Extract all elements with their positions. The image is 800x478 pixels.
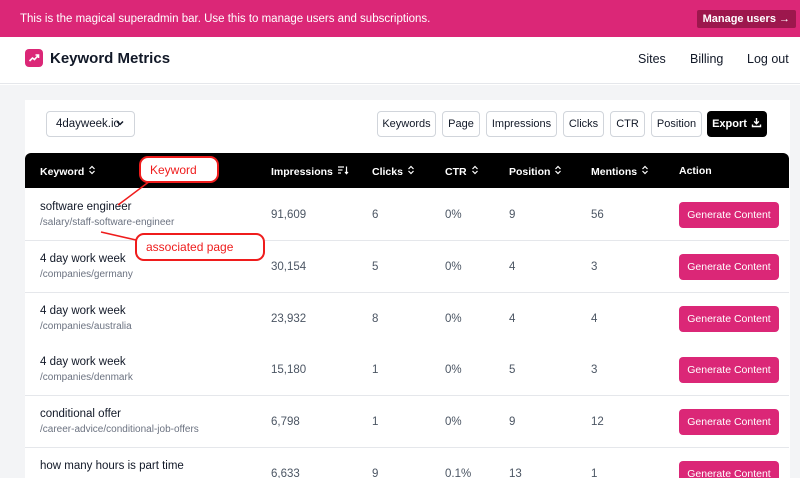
row-keyword: conditional offer bbox=[40, 408, 121, 420]
site-select-value: 4dayweek.io bbox=[56, 118, 120, 130]
row-clicks: 9 bbox=[372, 468, 379, 478]
manage-users-button[interactable]: Manage users → bbox=[696, 10, 796, 28]
ctr-button[interactable]: CTR bbox=[610, 111, 645, 137]
row-page[interactable]: /companies/denmark bbox=[40, 372, 133, 383]
row-impressions: 6,633 bbox=[271, 468, 300, 478]
row-clicks: 6 bbox=[372, 209, 379, 221]
header-position[interactable]: Position bbox=[509, 165, 562, 178]
sort-icon bbox=[88, 165, 96, 178]
associated-page-annotation: associated page bbox=[135, 233, 265, 261]
row-mentions: 3 bbox=[591, 364, 598, 376]
header-mentions[interactable]: Mentions bbox=[591, 165, 649, 178]
row-position: 13 bbox=[509, 468, 522, 478]
row-ctr: 0.1% bbox=[445, 468, 472, 478]
header-action: Action bbox=[679, 165, 712, 177]
row-mentions: 4 bbox=[591, 313, 598, 325]
row-keyword: 4 day work week bbox=[40, 305, 126, 317]
trending-up-icon bbox=[25, 49, 43, 67]
generate-content-button[interactable]: Generate Content bbox=[679, 357, 779, 383]
row-position: 9 bbox=[509, 416, 516, 428]
header-clicks[interactable]: Clicks bbox=[372, 165, 415, 178]
header-position-label: Position bbox=[509, 165, 551, 178]
header-mentions-label: Mentions bbox=[591, 165, 638, 178]
row-impressions: 30,154 bbox=[271, 261, 307, 273]
header-impressions-label: Impressions bbox=[271, 165, 333, 178]
row-page[interactable]: /companies/australia bbox=[40, 321, 132, 332]
generate-content-button[interactable]: Generate Content bbox=[679, 254, 779, 280]
generate-content-button[interactable]: Generate Content bbox=[679, 306, 779, 332]
generate-content-button[interactable]: Generate Content bbox=[679, 461, 779, 478]
generate-content-button[interactable]: Generate Content bbox=[679, 202, 779, 228]
nav-billing-link[interactable]: Billing bbox=[690, 52, 723, 66]
row-mentions: 3 bbox=[591, 261, 598, 273]
page-button[interactable]: Page bbox=[442, 111, 480, 137]
row-clicks: 5 bbox=[372, 261, 379, 273]
sort-icon bbox=[407, 165, 415, 178]
row-clicks: 1 bbox=[372, 364, 379, 376]
row-impressions: 91,609 bbox=[271, 209, 307, 221]
export-icon bbox=[751, 117, 762, 131]
top-navbar: Keyword Metrics Sites Billing Log out bbox=[0, 37, 800, 84]
row-position: 5 bbox=[509, 364, 516, 376]
position-button[interactable]: Position bbox=[651, 111, 702, 137]
export-button[interactable]: Export bbox=[707, 111, 767, 137]
row-impressions: 23,932 bbox=[271, 313, 307, 325]
row-position: 9 bbox=[509, 209, 516, 221]
chevron-down-icon bbox=[115, 118, 125, 131]
sort-icon bbox=[641, 165, 649, 178]
row-page[interactable]: /salary/staff-software-engineer bbox=[40, 217, 174, 228]
row-ctr: 0% bbox=[445, 261, 462, 273]
export-label: Export bbox=[712, 118, 747, 130]
row-mentions: 1 bbox=[591, 468, 598, 478]
brand-name: Keyword Metrics bbox=[50, 49, 171, 67]
row-ctr: 0% bbox=[445, 364, 462, 376]
row-keyword: 4 day work week bbox=[40, 253, 126, 265]
generate-content-button[interactable]: Generate Content bbox=[679, 409, 779, 435]
impressions-button[interactable]: Impressions bbox=[486, 111, 557, 137]
header-ctr[interactable]: CTR bbox=[445, 165, 479, 178]
site-select[interactable]: 4dayweek.io bbox=[46, 111, 135, 137]
keywords-button[interactable]: Keywords bbox=[377, 111, 436, 137]
row-position: 4 bbox=[509, 313, 516, 325]
keyword-annotation: Keyword bbox=[139, 156, 219, 183]
sort-descending-icon bbox=[337, 165, 349, 178]
nav-sites-link[interactable]: Sites bbox=[638, 52, 666, 66]
nav-logout-link[interactable]: Log out bbox=[747, 52, 789, 66]
row-page[interactable]: /career-advice/conditional-job-offers bbox=[40, 424, 199, 435]
header-action-label: Action bbox=[679, 165, 712, 177]
row-ctr: 0% bbox=[445, 209, 462, 221]
row-clicks: 1 bbox=[372, 416, 379, 428]
row-ctr: 0% bbox=[445, 313, 462, 325]
header-keyword[interactable]: Keyword bbox=[40, 165, 96, 178]
row-keyword: 4 day work week bbox=[40, 356, 126, 368]
row-clicks: 8 bbox=[372, 313, 379, 325]
row-mentions: 56 bbox=[591, 209, 604, 221]
table-row: conditional offer /career-advice/conditi… bbox=[25, 396, 789, 448]
row-mentions: 12 bbox=[591, 416, 604, 428]
brand[interactable]: Keyword Metrics bbox=[25, 49, 170, 67]
row-position: 4 bbox=[509, 261, 516, 273]
row-keyword: how many hours is part time bbox=[40, 460, 184, 472]
header-ctr-label: CTR bbox=[445, 165, 467, 178]
row-ctr: 0% bbox=[445, 416, 462, 428]
sort-icon bbox=[554, 165, 562, 178]
table-row: 4 day work week /companies/australia 23,… bbox=[25, 293, 789, 345]
sort-icon bbox=[471, 165, 479, 178]
table-row: how many hours is part time 6,633 9 0.1%… bbox=[25, 448, 789, 478]
header-keyword-label: Keyword bbox=[40, 165, 85, 178]
row-keyword: software engineer bbox=[40, 201, 132, 213]
superadmin-bar: This is the magical superadmin bar. Use … bbox=[0, 0, 800, 37]
row-impressions: 15,180 bbox=[271, 364, 307, 376]
header-clicks-label: Clicks bbox=[372, 165, 403, 178]
row-page[interactable]: /companies/germany bbox=[40, 269, 133, 280]
table-row: 4 day work week /companies/denmark 15,18… bbox=[25, 344, 789, 396]
row-impressions: 6,798 bbox=[271, 416, 300, 428]
clicks-button[interactable]: Clicks bbox=[563, 111, 604, 137]
header-impressions[interactable]: Impressions bbox=[271, 165, 349, 178]
superadmin-message: This is the magical superadmin bar. Use … bbox=[20, 12, 431, 25]
